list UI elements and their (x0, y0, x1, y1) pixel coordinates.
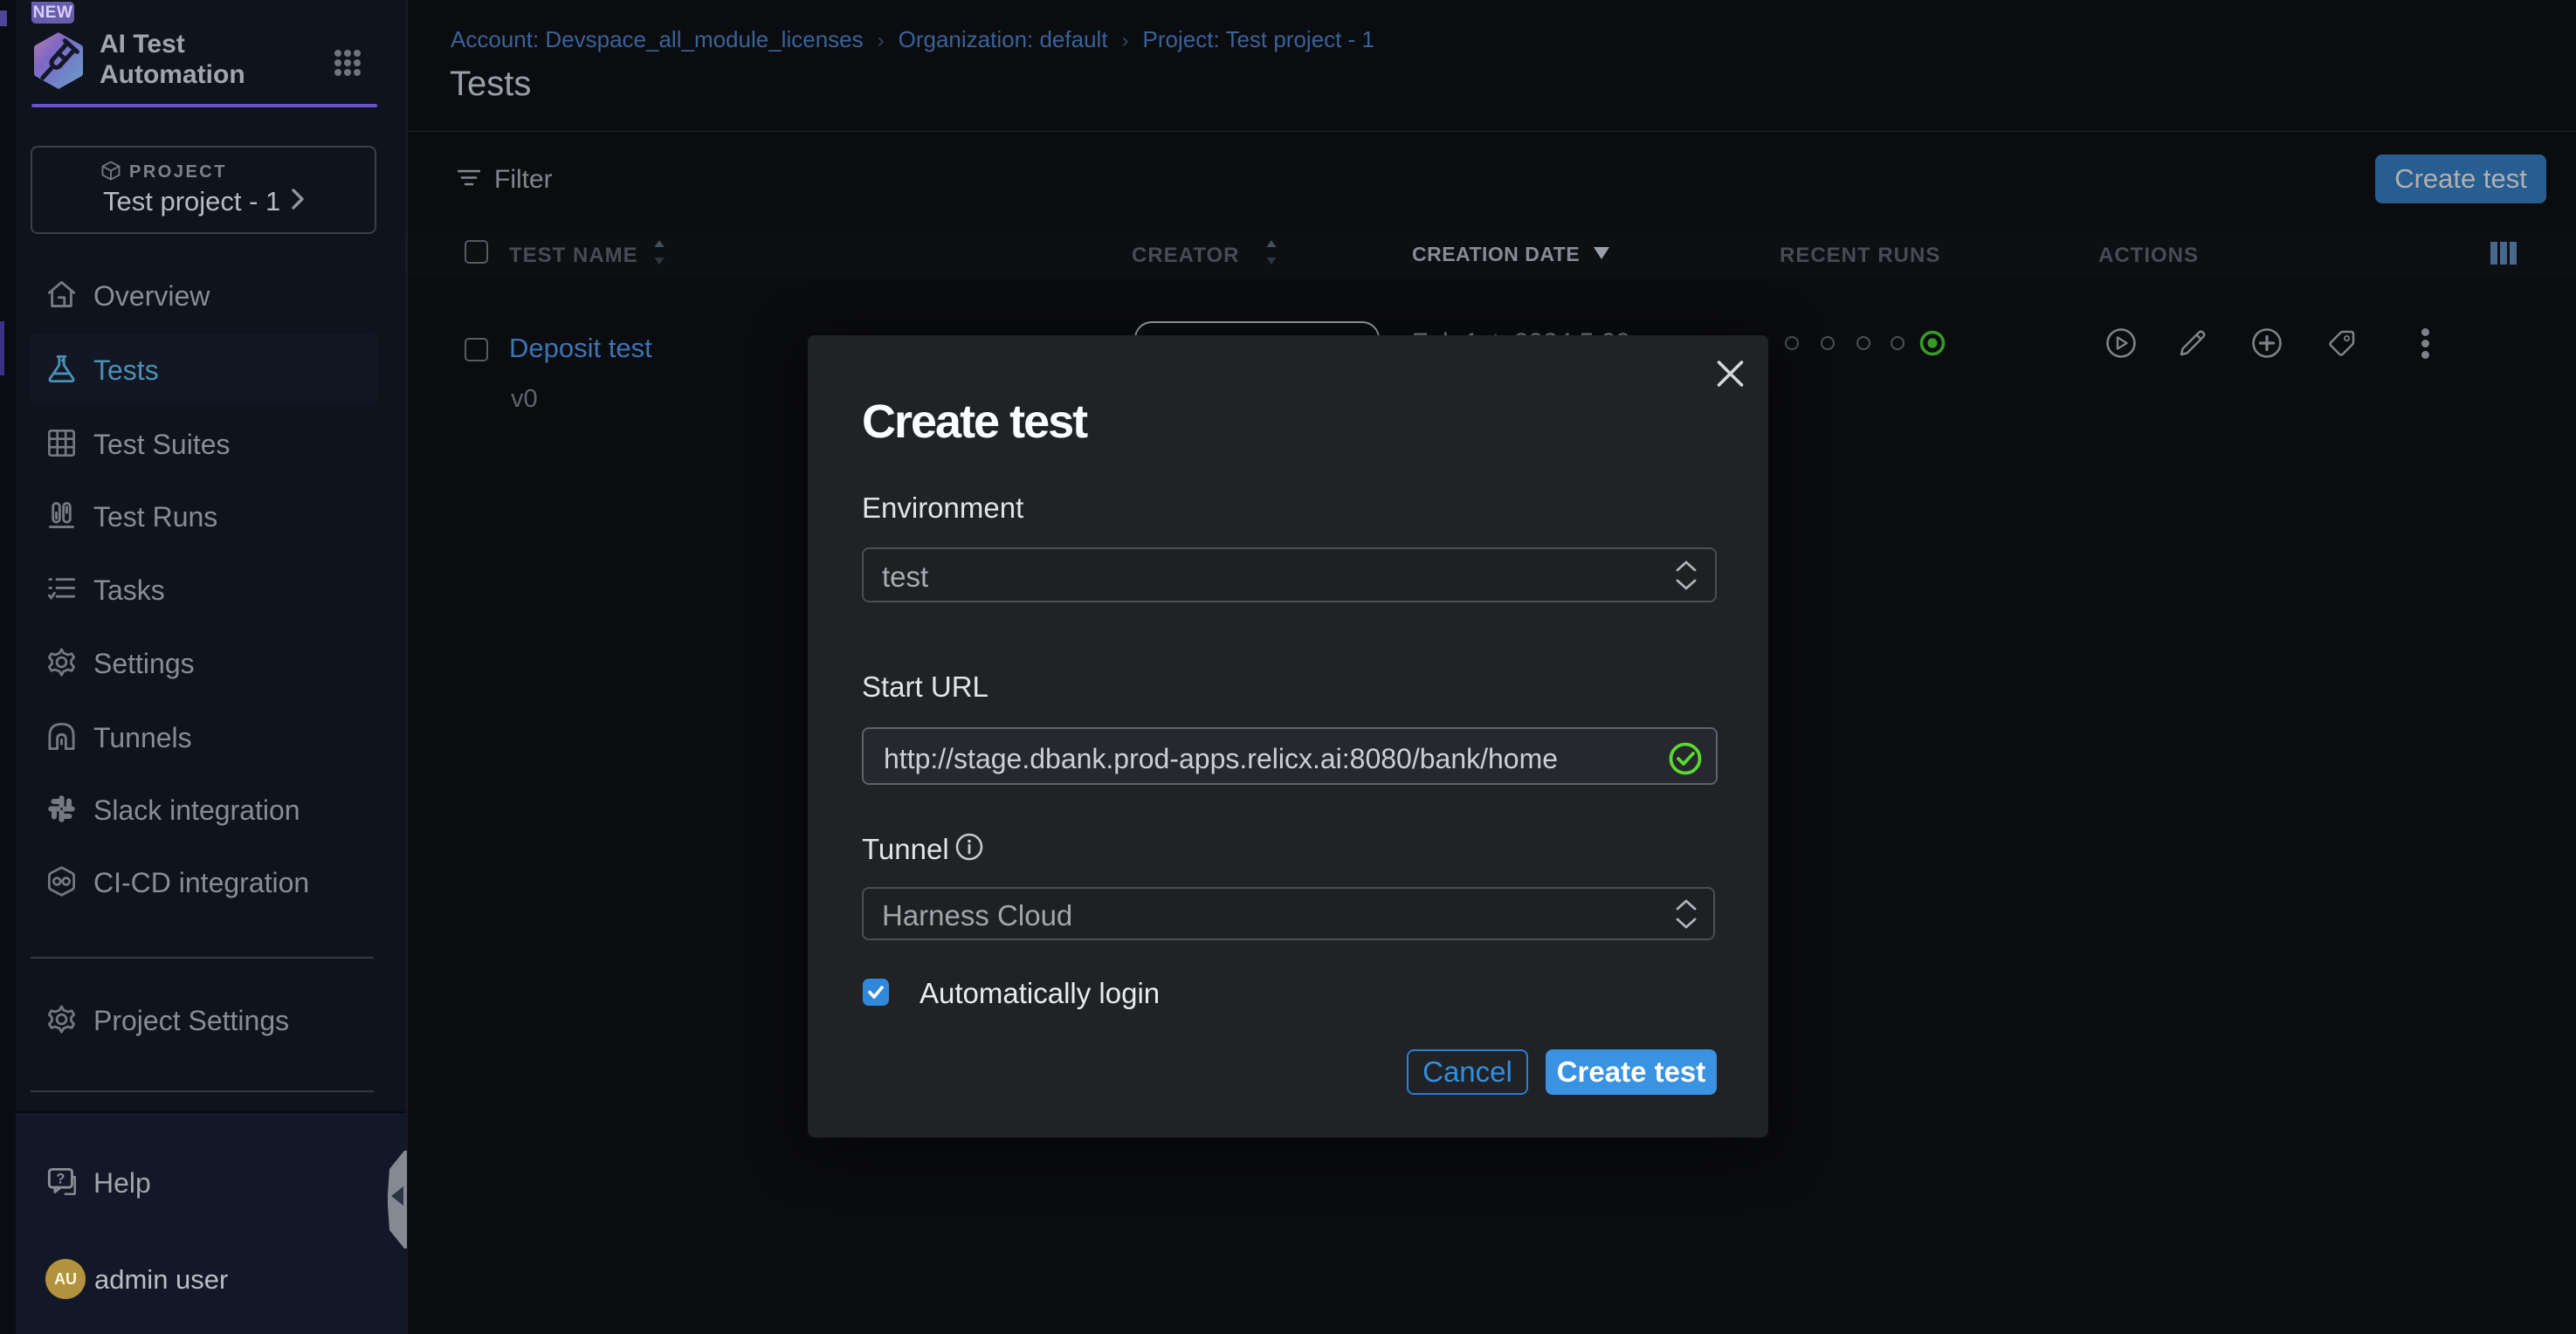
svg-text:?: ? (56, 1172, 65, 1187)
